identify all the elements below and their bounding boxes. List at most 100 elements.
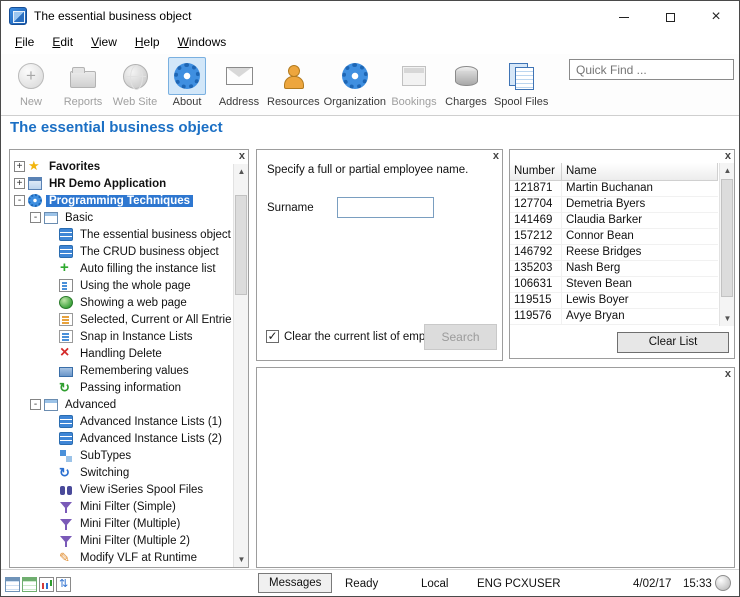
toolbar-resources-button[interactable]: Resources (265, 56, 322, 114)
window-title: The essential business object (34, 9, 191, 23)
messages-button[interactable]: Messages (258, 573, 332, 593)
tree-item[interactable]: Passing information (10, 379, 232, 396)
employee-name: Steven Bean (562, 277, 718, 292)
tree-item[interactable]: Snap in Instance Lists (10, 328, 232, 345)
expand-icon[interactable]: + (14, 178, 25, 189)
close-panel-icon[interactable]: x (725, 368, 731, 381)
menu-view[interactable]: View (82, 32, 126, 52)
tree-scrollbar[interactable]: ▲ ▼ (233, 164, 248, 567)
toolbar-web-site-button: Web Site (109, 56, 161, 114)
toolbar-address-button[interactable]: Address (213, 56, 265, 114)
tree-item[interactable]: Selected, Current or All Entries (10, 311, 232, 328)
close-button[interactable]: × (693, 1, 739, 32)
tree-item[interactable]: -Basic (10, 209, 232, 226)
navigation-tree: +Favorites+HR Demo Application-Programmi… (10, 158, 232, 567)
tree-item[interactable]: -Advanced (10, 396, 232, 413)
tree-item[interactable]: Text editor examples (10, 566, 232, 567)
tree-item[interactable]: Switching (10, 464, 232, 481)
employee-row[interactable]: 141469Claudia Barker (510, 213, 718, 229)
tree-item[interactable]: Showing a web page (10, 294, 232, 311)
toolbar-bookings-button: Bookings (388, 56, 440, 114)
clear-list-checkbox[interactable]: ✓ (266, 330, 279, 343)
grid-view-icon[interactable] (5, 577, 20, 592)
tree-item[interactable]: The essential business object (10, 226, 232, 243)
globe-icon (59, 296, 73, 309)
employee-row[interactable]: 119576Avye Bryan (510, 309, 718, 325)
tree-item[interactable]: Using the whole page (10, 277, 232, 294)
maximize-button[interactable] (647, 1, 693, 32)
clear-list-button[interactable]: Clear List (617, 332, 729, 353)
grid-scrollbar[interactable]: ▲ ▼ (719, 163, 734, 326)
tree-item[interactable]: SubTypes (10, 447, 232, 464)
tree-item[interactable]: Mini Filter (Multiple) (10, 515, 232, 532)
employee-row[interactable]: 106631Steven Bean (510, 277, 718, 293)
collapse-icon[interactable]: - (30, 212, 41, 223)
close-panel-icon[interactable]: x (725, 150, 731, 163)
minimize-button[interactable] (601, 1, 647, 32)
pencil-icon (59, 551, 73, 565)
employee-row[interactable]: 127704Demetria Byers (510, 197, 718, 213)
status-date: 4/02/17 (633, 578, 671, 590)
tree-item[interactable]: Modify VLF at Runtime (10, 549, 232, 566)
tree-item[interactable]: -Programming Techniques (10, 192, 232, 209)
toolbar-icon-box (116, 57, 154, 95)
app-window: The essential business object × FileEdit… (0, 0, 740, 597)
scroll-up-icon[interactable]: ▲ (720, 163, 735, 178)
employee-number: 135203 (510, 261, 562, 276)
collapse-icon[interactable]: - (30, 399, 41, 410)
tree-item[interactable]: Mini Filter (Multiple 2) (10, 532, 232, 549)
toolbar-icon-box (168, 57, 206, 95)
scrollbar-thumb[interactable] (721, 179, 733, 297)
toolbar-button-label: Resources (267, 96, 320, 108)
toolbar-about-button[interactable]: About (161, 56, 213, 114)
clear-list-checkbox-label: Clear the current list of emp (284, 331, 425, 343)
expand-icon[interactable]: + (14, 161, 25, 172)
toolbar-organization-button[interactable]: Organization (322, 56, 388, 114)
toolbar-icon-box (274, 57, 312, 95)
employee-row[interactable]: 119515Lewis Boyer (510, 293, 718, 309)
coins-icon (453, 63, 479, 89)
scroll-down-icon[interactable]: ▼ (720, 311, 735, 326)
menu-file[interactable]: File (6, 32, 43, 52)
tree-item[interactable]: +HR Demo Application (10, 175, 232, 192)
employee-row[interactable]: 157212Connor Bean (510, 229, 718, 245)
scroll-up-icon[interactable]: ▲ (234, 164, 249, 179)
menu-edit[interactable]: Edit (43, 32, 82, 52)
menu-help[interactable]: Help (126, 32, 169, 52)
quick-find-input[interactable] (569, 59, 734, 80)
tree-item[interactable]: The CRUD business object (10, 243, 232, 260)
listy-icon (59, 313, 73, 326)
grid-view-alt-icon[interactable] (22, 577, 37, 592)
tree-item[interactable]: Advanced Instance Lists (2) (10, 430, 232, 447)
column-header-number[interactable]: Number (510, 163, 562, 180)
toolbar-icon-box (64, 57, 102, 95)
tree-item[interactable]: Handling Delete (10, 345, 232, 362)
scrollbar-thumb[interactable] (235, 195, 247, 295)
column-header-name[interactable]: Name (562, 163, 718, 180)
xred-icon (59, 347, 73, 361)
tree-item[interactable]: Advanced Instance Lists (1) (10, 413, 232, 430)
close-panel-icon[interactable]: x (493, 150, 499, 163)
scroll-down-icon[interactable]: ▼ (234, 552, 249, 567)
tree-item[interactable]: Auto filling the instance list (10, 260, 232, 277)
menu-windows[interactable]: Windows (169, 32, 236, 52)
tree-item[interactable]: +Favorites (10, 158, 232, 175)
close-panel-icon[interactable]: x (239, 150, 245, 163)
tree-item[interactable]: View iSeries Spool Files (10, 481, 232, 498)
toolbar-charges-button[interactable]: Charges (440, 56, 492, 114)
tree-item-label: Mini Filter (Multiple) (77, 518, 183, 530)
employee-name: Demetria Byers (562, 197, 718, 212)
surname-input[interactable] (337, 197, 434, 218)
tree-item[interactable]: Mini Filter (Simple) (10, 498, 232, 515)
status-time: 15:33 (683, 578, 712, 590)
sort-icon[interactable] (56, 577, 71, 592)
employee-row[interactable]: 135203Nash Berg (510, 261, 718, 277)
toolbar-spool-files-button[interactable]: Spool Files (492, 56, 550, 114)
employee-row[interactable]: 121871Martin Buchanan (510, 181, 718, 197)
toolbar-icon-box (220, 57, 258, 95)
toolbar-button-label: About (163, 96, 211, 108)
chart-icon[interactable] (39, 577, 54, 592)
tree-item[interactable]: Remembering values (10, 362, 232, 379)
employee-row[interactable]: 146792Reese Bridges (510, 245, 718, 261)
collapse-icon[interactable]: - (14, 195, 25, 206)
